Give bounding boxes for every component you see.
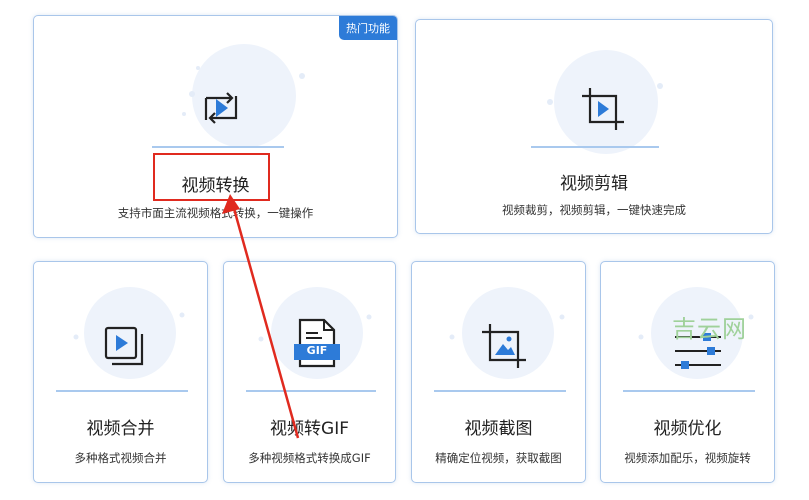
card-description: 多种视频格式转换成GIF <box>248 451 371 465</box>
crop-icon <box>582 88 624 130</box>
card-description: 视频裁剪，视频剪辑，一键快速完成 <box>502 203 686 217</box>
card-video-edit[interactable]: 视频剪辑 视频裁剪，视频剪辑，一键快速完成 <box>415 19 773 234</box>
divider-line <box>434 390 566 392</box>
card-description: 多种格式视频合并 <box>74 451 167 465</box>
card-video-screenshot[interactable]: 视频截图 精确定位视频，获取截图 <box>411 261 586 483</box>
card-title: 视频截图 <box>464 419 533 439</box>
card-title: 视频转GIF <box>270 419 349 439</box>
highlight-box <box>153 153 270 201</box>
watermark-logo: 吉云网 <box>672 315 747 343</box>
convert-icon <box>204 92 238 124</box>
divider-line <box>531 146 659 148</box>
divider-line <box>623 390 755 392</box>
card-description: 支持市面主流视频格式转换，一键操作 <box>117 206 314 220</box>
divider-line <box>246 390 376 392</box>
card-video-merge[interactable]: 视频合并 多种格式视频合并 <box>33 261 208 483</box>
card-description: 精确定位视频，获取截图 <box>435 451 562 465</box>
screenshot-crop-icon <box>482 324 526 368</box>
card-video-to-gif[interactable]: GIF 视频转GIF 多种视频格式转换成GIF <box>223 261 396 483</box>
gif-label: GIF <box>306 344 328 357</box>
card-video-optimize[interactable]: 视频优化 视频添加配乐，视频旋转 <box>600 261 775 483</box>
card-title: 视频优化 <box>653 419 722 439</box>
hot-feature-badge: 热门功能 <box>339 16 397 40</box>
divider-line <box>56 390 188 392</box>
merge-icon <box>104 326 144 366</box>
card-title: 视频合并 <box>86 419 155 439</box>
divider-line <box>152 146 284 148</box>
card-title: 视频剪辑 <box>560 174 628 194</box>
card-video-convert[interactable]: 视频转换 支持市面主流视频格式转换，一键操作 热门功能 <box>33 15 398 238</box>
card-description: 视频添加配乐，视频旋转 <box>624 451 751 465</box>
